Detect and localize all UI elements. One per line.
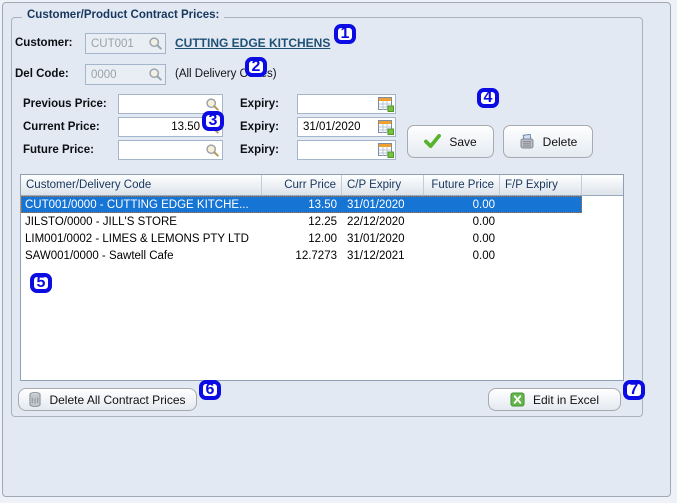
delete-button[interactable]: Delete (503, 125, 593, 158)
trash-bin-icon (29, 392, 42, 407)
previous-price-label: Previous Price: (23, 98, 107, 110)
contract-prices-screen: Customer/Product Contract Prices: Custom… (0, 0, 677, 503)
column-header-curr-price[interactable]: Curr Price (262, 175, 342, 195)
cell-code: LIM001/0002 - LIMES & LEMONS PTY LTD (25, 232, 249, 245)
customer-lookup-magnifier-icon[interactable] (147, 36, 164, 52)
annotation-mark-3: 3 (202, 111, 224, 131)
cell-curr-price: 13.50 (308, 198, 337, 211)
customer-name-link[interactable]: CUTTING EDGE KITCHENS (175, 36, 330, 50)
contract-prices-table: Customer/Delivery Code Curr Price C/P Ex… (20, 174, 624, 381)
del-code-label: Del Code: (15, 68, 69, 80)
future-expiry-label: Expiry: (240, 144, 279, 156)
delete-all-button-label: Delete All Contract Prices (49, 392, 186, 407)
edit-in-excel-button-label: Edit in Excel (532, 392, 600, 407)
customer-field (85, 33, 166, 54)
del-code-field (85, 64, 166, 85)
future-price-lookup-magnifier-icon[interactable] (204, 142, 221, 158)
column-header-customer-delivery-code[interactable]: Customer/Delivery Code (21, 175, 262, 195)
cell-future-price: 0.00 (472, 215, 495, 228)
cell-cp-expiry: 31/01/2020 (347, 232, 405, 245)
customer-label: Customer: (15, 37, 73, 49)
future-expiry-calendar-icon[interactable] (377, 142, 394, 158)
shredder-icon (519, 133, 535, 150)
cell-cp-expiry: 31/12/2021 (347, 249, 405, 262)
future-price-label: Future Price: (23, 144, 94, 156)
cell-code: CUT001/0000 - CUTTING EDGE KITCHE... (25, 198, 249, 211)
column-header-cp-expiry[interactable]: C/P Expiry (342, 175, 424, 195)
annotation-mark-4: 4 (477, 88, 499, 108)
cell-cp-expiry: 22/12/2020 (347, 215, 405, 228)
table-row[interactable]: CUT001/0000 - CUTTING EDGE KITCHE... 13.… (21, 196, 582, 213)
contract-prices-window: Customer/Product Contract Prices: Custom… (2, 2, 671, 497)
cell-cp-expiry: 31/01/2020 (347, 198, 405, 211)
column-header-future-price[interactable]: Future Price (424, 175, 500, 195)
previous-expiry-label: Expiry: (240, 98, 279, 110)
current-expiry-field (297, 117, 396, 137)
cell-future-price: 0.00 (472, 198, 495, 211)
table-row[interactable]: SAW001/0000 - Sawtell Cafe 12.7273 31/12… (21, 247, 582, 264)
cell-future-price: 0.00 (472, 232, 495, 245)
cell-curr-price: 12.00 (308, 232, 337, 245)
save-button[interactable]: Save (407, 125, 494, 158)
column-header-fp-expiry[interactable]: F/P Expiry (500, 175, 582, 195)
table-row[interactable]: JILSTO/0000 - JILL'S STORE 12.25 22/12/2… (21, 213, 582, 230)
annotation-mark-5: 5 (30, 273, 52, 293)
previous-expiry-field (297, 94, 396, 114)
delete-button-label: Delete (542, 134, 578, 149)
annotation-mark-1: 1 (334, 24, 356, 44)
table-header-row: Customer/Delivery Code Curr Price C/P Ex… (21, 175, 623, 196)
column-header-filler (582, 175, 623, 195)
previous-price-lookup-magnifier-icon[interactable] (204, 96, 221, 112)
save-button-label: Save (449, 134, 477, 149)
current-expiry-label: Expiry: (240, 121, 279, 133)
annotation-mark-6: 6 (199, 380, 221, 400)
current-price-label: Current Price: (23, 121, 100, 133)
green-check-icon (424, 134, 442, 149)
annotation-mark-7: 7 (623, 380, 645, 400)
future-expiry-field (297, 140, 396, 160)
previous-expiry-calendar-icon[interactable] (377, 96, 394, 112)
cell-curr-price: 12.25 (308, 215, 337, 228)
edit-in-excel-button[interactable]: Edit in Excel (488, 388, 621, 411)
future-price-field (118, 140, 223, 160)
annotation-mark-2: 2 (245, 57, 267, 77)
cell-code: JILSTO/0000 - JILL'S STORE (25, 215, 177, 228)
cell-future-price: 0.00 (472, 249, 495, 262)
excel-icon (510, 392, 525, 407)
cell-curr-price: 12.7273 (295, 249, 337, 262)
cell-code: SAW001/0000 - Sawtell Cafe (25, 249, 174, 262)
del-code-lookup-magnifier-icon[interactable] (147, 67, 164, 83)
groupbox-title: Customer/Product Contract Prices: (22, 9, 225, 21)
delete-all-contract-prices-button[interactable]: Delete All Contract Prices (18, 388, 197, 411)
current-expiry-calendar-icon[interactable] (377, 119, 394, 135)
table-row[interactable]: LIM001/0002 - LIMES & LEMONS PTY LTD 12.… (21, 230, 582, 247)
